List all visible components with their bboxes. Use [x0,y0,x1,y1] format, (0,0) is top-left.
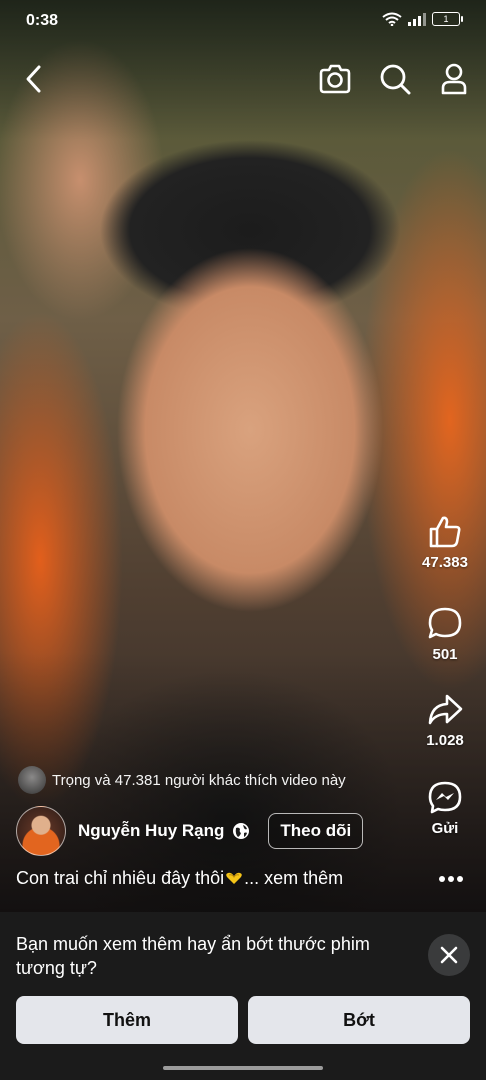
close-icon [440,946,458,964]
liked-by-line[interactable]: Trọng và 47.381 người khác thích video n… [18,766,346,794]
globe-icon [232,822,250,840]
follow-button[interactable]: Theo dõi [268,813,364,849]
liker-avatar [18,766,46,794]
close-sheet-button[interactable] [428,934,470,976]
share-count: 1.028 [426,732,464,749]
like-count: 47.383 [422,554,468,571]
share-icon [428,694,463,725]
profile-button[interactable] [436,60,472,98]
comment-count: 501 [432,646,458,663]
signal-icon [408,12,426,26]
messenger-icon [428,781,462,814]
author-avatar[interactable] [16,806,66,856]
send-action[interactable]: Gửi [414,780,476,837]
send-label: Gửi [431,820,459,837]
heart-hands-icon [226,872,242,884]
liked-by-text: Trọng và 47.381 người khác thích video n… [52,771,346,789]
author-name[interactable]: Nguyễn Huy Rạng [78,821,224,841]
more-icon [439,876,463,882]
comment-icon [428,607,462,639]
caption-text: Con trai chỉ nhiêu đây thôi [16,868,225,888]
status-time: 0:38 [26,12,59,29]
search-icon [380,64,411,95]
back-button[interactable] [18,62,48,96]
share-action[interactable]: 1.028 [414,692,476,749]
like-action[interactable]: 47.383 [414,514,476,571]
like-icon [429,516,461,548]
search-button[interactable] [376,60,414,98]
back-icon [26,65,41,93]
show-less-button[interactable]: Bớt [248,996,470,1044]
video-caption[interactable]: Con trai chỉ nhiêu đây thôi ... xem thêm [16,868,343,889]
feedback-question: Bạn muốn xem thêm hay ẩn bớt thước phim … [16,934,370,978]
more-options-button[interactable] [438,870,464,888]
show-more-button[interactable]: Thêm [16,996,238,1044]
see-more-link[interactable]: ... xem thêm [244,868,343,888]
camera-icon [319,64,351,94]
home-indicator[interactable] [163,1066,323,1070]
author-row: Nguyễn Huy Rạng Theo dõi [16,806,364,856]
status-icons: 1 [382,12,463,26]
profile-icon [441,63,467,95]
wifi-icon [382,12,402,26]
camera-button[interactable] [316,60,354,98]
feedback-sheet: Bạn muốn xem thêm hay ẩn bớt thước phim … [0,912,486,1080]
battery-icon: 1 [432,12,463,26]
comment-action[interactable]: 501 [414,606,476,663]
